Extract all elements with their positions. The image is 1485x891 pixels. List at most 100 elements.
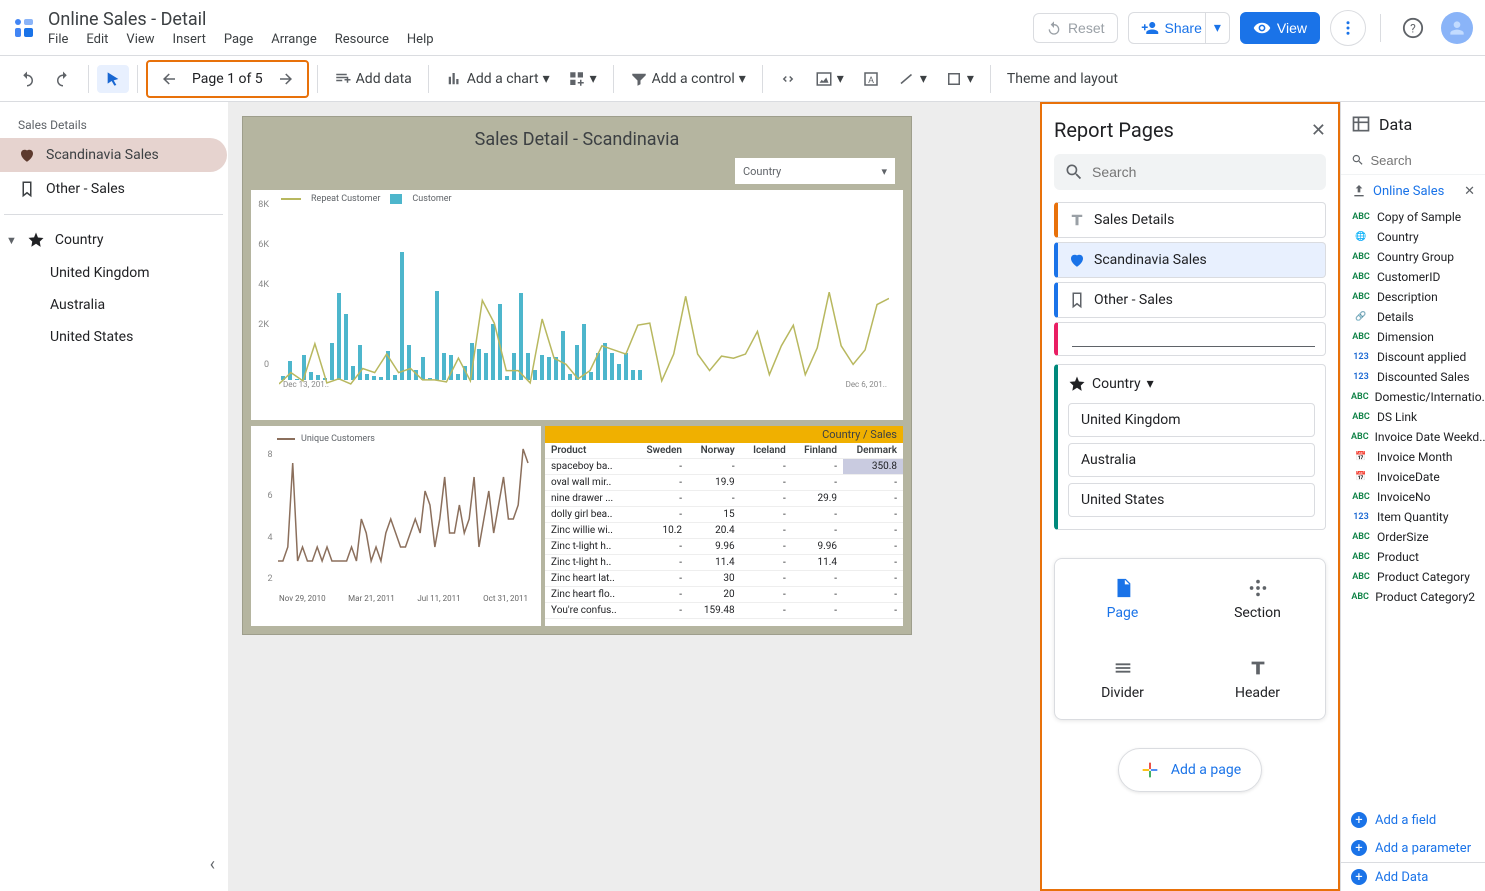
view-button[interactable]: View <box>1240 12 1320 44</box>
add-parameter-button[interactable]: +Add a parameter <box>1341 834 1485 862</box>
share-button[interactable]: Share <box>1128 12 1215 44</box>
country-dropdown[interactable]: Country▾ <box>735 158 895 184</box>
data-field[interactable]: 123Item Quantity <box>1341 507 1485 527</box>
data-field[interactable]: ABCDomestic/Internatio.. <box>1341 387 1485 407</box>
data-field[interactable]: ABCDS Link <box>1341 407 1485 427</box>
rp-sub-us[interactable]: United States <box>1068 483 1315 517</box>
rp-item-scandinavia[interactable]: Scandinavia Sales <box>1054 242 1326 278</box>
add-control-button[interactable]: Add a control ▾ <box>622 64 754 94</box>
data-field[interactable]: 🔗Details <box>1341 307 1485 327</box>
menu-arrange[interactable]: Arrange <box>271 32 316 47</box>
dp-source[interactable]: Online Sales ✕ <box>1341 175 1485 207</box>
rp-group-country-head[interactable]: Country ▾ <box>1068 371 1315 397</box>
table-row[interactable]: Zinc heart flo..-20--- <box>545 587 903 603</box>
chart-unique-customers[interactable]: Unique Customers 8642 Nov 29, 2010Mar 21… <box>251 426 541 626</box>
table-row[interactable]: Zinc t-light h..-11.4-11.4- <box>545 555 903 571</box>
more-options-button[interactable] <box>1330 10 1366 46</box>
report-canvas[interactable]: Sales Detail - Scandinavia Country▾ Repe… <box>242 116 912 635</box>
user-avatar[interactable] <box>1441 12 1473 44</box>
table-row[interactable]: Zinc willie wi..10.220.4--- <box>545 523 903 539</box>
redo-button[interactable] <box>46 64 80 94</box>
undo-button[interactable] <box>10 64 44 94</box>
data-field[interactable]: 📅InvoiceDate <box>1341 467 1485 487</box>
rp-item-new-blank[interactable] <box>1054 322 1326 356</box>
sidebar-item-uk[interactable]: United Kingdom <box>0 257 227 289</box>
next-page-button[interactable] <box>269 64 303 94</box>
chevron-down-icon: ▾ <box>1147 376 1154 392</box>
data-field[interactable]: ABCCountry Group <box>1341 247 1485 267</box>
table-row[interactable]: nine drawer ...---29.9- <box>545 491 903 507</box>
theme-button[interactable]: Theme and layout <box>999 65 1126 93</box>
embed-button[interactable] <box>771 64 805 94</box>
data-field[interactable]: ABCDimension <box>1341 327 1485 347</box>
shape-button[interactable]: ▾ <box>937 64 982 94</box>
data-field[interactable]: ABCCustomerID <box>1341 267 1485 287</box>
add-data-button[interactable]: Add data <box>326 64 420 94</box>
line-button[interactable]: ▾ <box>890 64 935 94</box>
menu-resource[interactable]: Resource <box>335 32 389 47</box>
reset-button[interactable]: Reset <box>1033 13 1118 43</box>
data-field[interactable]: ABCProduct <box>1341 547 1485 567</box>
data-field[interactable]: ABCDescription <box>1341 287 1485 307</box>
prev-page-button[interactable] <box>152 64 186 94</box>
table-country-sales[interactable]: Country / Sales ProductSwedenNorwayIcela… <box>545 426 903 626</box>
data-field[interactable]: ABCProduct Category <box>1341 567 1485 587</box>
rp-item-sales-details[interactable]: Sales Details <box>1054 202 1326 238</box>
image-button[interactable]: ▾ <box>807 64 852 94</box>
community-viz-button[interactable]: ▾ <box>560 64 605 94</box>
table-row[interactable]: Zinc t-light h..-9.96-9.96- <box>545 539 903 555</box>
text-button[interactable]: A <box>854 64 888 94</box>
table-row[interactable]: oval wall mir..-19.9--- <box>545 475 903 491</box>
menu-help[interactable]: Help <box>407 32 434 47</box>
add-field-button[interactable]: +Add a field <box>1341 806 1485 834</box>
menu-edit[interactable]: Edit <box>86 32 108 47</box>
add-divider-tile[interactable]: Divider <box>1055 639 1190 719</box>
sidebar-item-other-sales[interactable]: Other - Sales <box>0 172 227 206</box>
sidebar-item-country[interactable]: ▼ Country <box>0 223 227 257</box>
collapse-panel-button[interactable]: ‹ <box>210 854 215 875</box>
rp-item-other-sales[interactable]: Other - Sales <box>1054 282 1326 318</box>
share-dropdown[interactable]: ▾ <box>1205 12 1230 44</box>
sidebar-item-us[interactable]: United States <box>0 321 227 353</box>
data-field[interactable]: ABCInvoiceNo <box>1341 487 1485 507</box>
dp-footer: +Add Data <box>1341 862 1485 891</box>
table-row[interactable]: spaceboy ba..----350.8 <box>545 459 903 475</box>
help-button[interactable]: ? <box>1395 10 1431 46</box>
add-data-button[interactable]: +Add Data <box>1341 863 1485 891</box>
data-field[interactable]: ABCInvoice Date Weekd.. <box>1341 427 1485 447</box>
data-field[interactable]: 123Discounted Sales <box>1341 367 1485 387</box>
close-icon[interactable]: ✕ <box>1464 184 1475 199</box>
rp-sub-australia[interactable]: Australia <box>1068 443 1315 477</box>
add-page-tile[interactable]: Page <box>1055 559 1190 639</box>
rp-sub-uk[interactable]: United Kingdom <box>1068 403 1315 437</box>
canvas-area[interactable]: Sales Detail - Scandinavia Country▾ Repe… <box>228 102 1040 891</box>
menu-view[interactable]: View <box>126 32 154 47</box>
sidebar-item-scandinavia[interactable]: Scandinavia Sales <box>0 138 227 172</box>
table-row[interactable]: dolly girl bea..-15--- <box>545 507 903 523</box>
doc-title[interactable]: Online Sales - Detail <box>48 9 1033 30</box>
close-button[interactable]: ✕ <box>1311 120 1326 141</box>
add-header-tile[interactable]: Header <box>1190 639 1325 719</box>
sidebar-item-australia[interactable]: Australia <box>0 289 227 321</box>
table-row[interactable]: You're confus..-159.48--- <box>545 603 903 619</box>
data-field[interactable]: ABCProduct Category2 <box>1341 587 1485 607</box>
data-field[interactable]: 🌐Country <box>1341 227 1485 247</box>
add-a-page-button[interactable]: Add a page <box>1118 748 1262 792</box>
menu-page[interactable]: Page <box>224 32 253 47</box>
chart-bar-line[interactable]: Repeat Customer Customer 8K6K4K2K0 Dec 1… <box>251 190 903 420</box>
data-field[interactable]: ABCCopy of Sample <box>1341 207 1485 227</box>
menu-file[interactable]: File <box>48 32 68 47</box>
rp-search-input[interactable] <box>1092 164 1316 180</box>
dp-search-input[interactable] <box>1370 153 1475 168</box>
dp-search[interactable] <box>1341 146 1485 175</box>
select-tool[interactable] <box>97 65 129 93</box>
table-row[interactable]: Zinc heart lat..-30--- <box>545 571 903 587</box>
menu-insert[interactable]: Insert <box>173 32 206 47</box>
rp-blank-input[interactable] <box>1072 331 1315 347</box>
add-chart-button[interactable]: Add a chart ▾ <box>437 64 558 94</box>
data-field[interactable]: ABCOrderSize <box>1341 527 1485 547</box>
rp-search[interactable] <box>1054 154 1326 190</box>
add-section-tile[interactable]: Section <box>1190 559 1325 639</box>
data-field[interactable]: 123Discount applied <box>1341 347 1485 367</box>
data-field[interactable]: 📅Invoice Month <box>1341 447 1485 467</box>
